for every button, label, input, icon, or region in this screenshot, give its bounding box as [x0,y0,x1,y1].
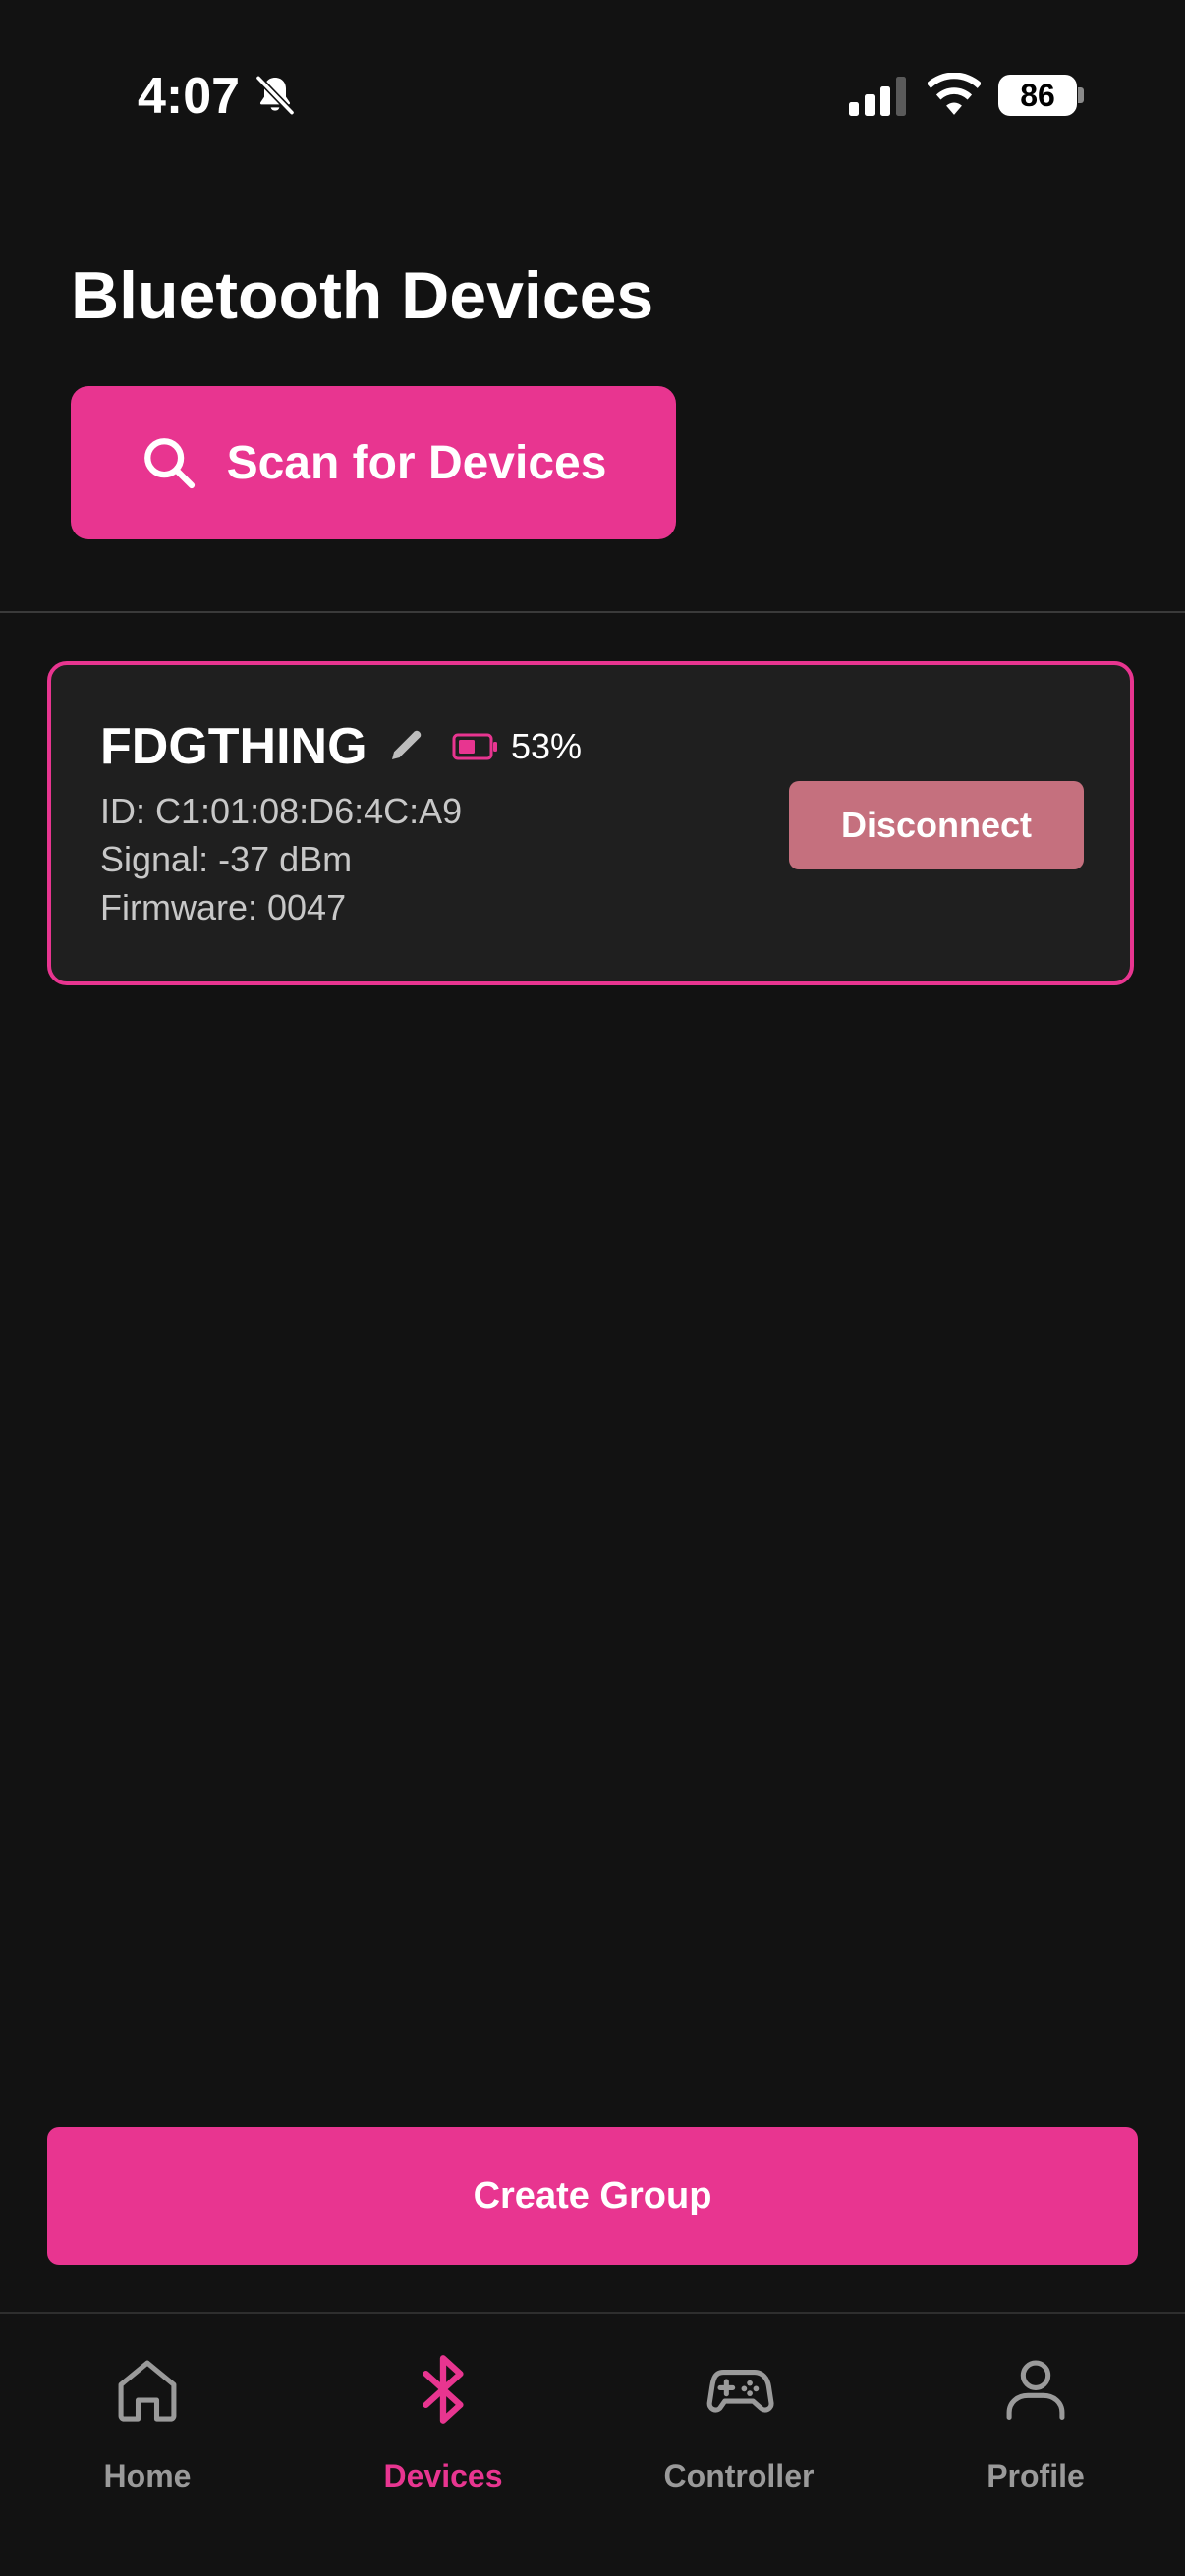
nav-item-controller[interactable]: Controller [621,2338,857,2515]
gamepad-icon [706,2370,774,2413]
nav-label: Profile [987,2458,1085,2493]
device-battery-percent: 53% [511,726,583,766]
device-name: FDGTHING [100,718,367,775]
disconnect-button[interactable]: Disconnect [789,781,1084,869]
nav-item-devices[interactable]: Devices [325,2338,561,2515]
device-id: ID: C1:01:08:D6:4C:A9 [100,791,463,831]
battery-icon [1078,87,1084,103]
nav-label: Controller [663,2458,815,2493]
cellular-signal-icon [849,77,906,116]
device-signal: Signal: -37 dBm [100,839,353,879]
nav-divider [0,2312,1185,2314]
create-group-button[interactable]: Create Group [47,2127,1138,2265]
nav-item-home[interactable]: Home [29,2338,265,2515]
search-icon [143,438,195,489]
nav-label: Home [103,2458,192,2493]
user-icon [1006,2360,1065,2421]
battery-icon [452,733,497,760]
page-title: Bluetooth Devices [71,258,654,333]
pencil-icon[interactable] [387,725,426,764]
bell-slash-icon [254,75,296,116]
disconnect-button-label: Disconnect [840,805,1033,845]
header-divider [0,611,1185,613]
wifi-icon [928,73,981,115]
battery-level: 86 [998,75,1077,116]
status-time: 4:07 [138,68,241,125]
scan-button-label: Scan for Devices [226,436,607,489]
nav-label: Devices [383,2458,503,2493]
home-icon [118,2360,177,2422]
bluetooth-icon [423,2355,464,2424]
nav-item-profile[interactable]: Profile [918,2338,1154,2515]
device-firmware: Firmware: 0047 [100,887,347,927]
scan-button[interactable]: Scan for Devices [71,386,676,539]
create-group-label: Create Group [473,2174,712,2216]
